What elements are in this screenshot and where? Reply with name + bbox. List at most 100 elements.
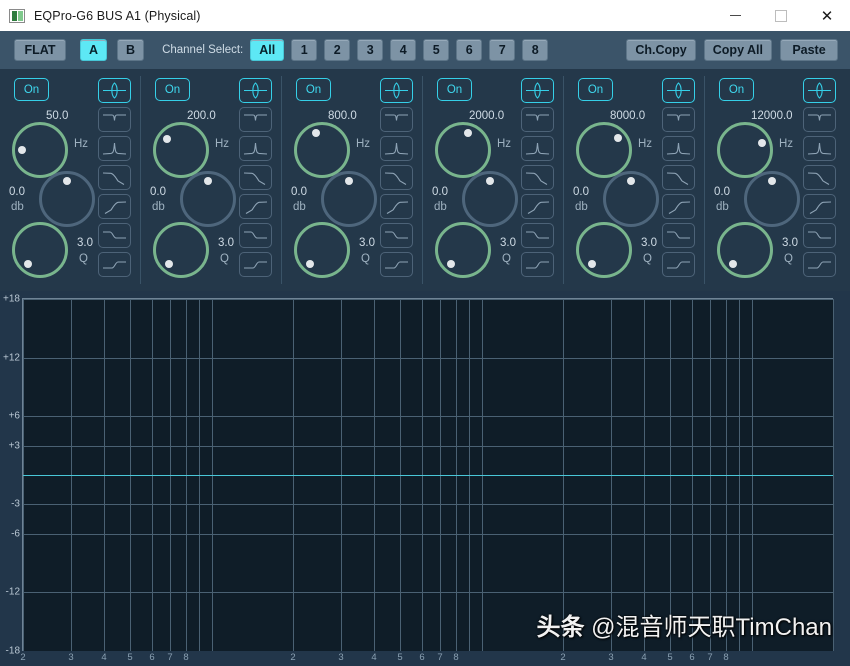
lowpass-icon[interactable] <box>239 165 272 190</box>
frequency-value-1: 50.0 <box>46 110 68 122</box>
ch-copy-button[interactable]: Ch.Copy <box>626 39 695 61</box>
bell-icon[interactable] <box>380 78 413 103</box>
q-knob-2[interactable] <box>153 222 209 278</box>
knob-indicator <box>588 260 596 268</box>
frequency-knob-1[interactable] <box>12 122 68 178</box>
channel-button-4[interactable]: 4 <box>390 39 416 61</box>
bell-icon[interactable] <box>521 78 554 103</box>
q-knob-4[interactable] <box>435 222 491 278</box>
channel-button-7[interactable]: 7 <box>489 39 515 61</box>
channel-button-all[interactable]: All <box>250 39 284 61</box>
lowshelf-icon[interactable] <box>239 252 272 277</box>
highshelf-icon[interactable] <box>239 223 272 248</box>
band-on-button-4[interactable]: On <box>437 78 472 101</box>
notch-icon[interactable] <box>239 107 272 132</box>
gain-knob-5[interactable] <box>603 171 659 227</box>
highshelf-icon[interactable] <box>662 223 695 248</box>
peak-icon[interactable] <box>662 136 695 161</box>
gain-knob-1[interactable] <box>39 171 95 227</box>
copy-paste-group: Ch.Copy Copy All Paste <box>626 39 850 61</box>
highpass-icon[interactable] <box>98 194 131 219</box>
knob-indicator <box>306 260 314 268</box>
frequency-value-6: 12000.0 <box>751 110 793 122</box>
lowpass-icon[interactable] <box>662 165 695 190</box>
bell-icon[interactable] <box>239 78 272 103</box>
band-on-button-6[interactable]: On <box>719 78 754 101</box>
lowshelf-icon[interactable] <box>98 252 131 277</box>
lowshelf-icon[interactable] <box>662 252 695 277</box>
frequency-knob-5[interactable] <box>576 122 632 178</box>
q-value-1: 3.0 <box>77 237 93 249</box>
highpass-icon[interactable] <box>803 194 836 219</box>
channel-button-1[interactable]: 1 <box>291 39 317 61</box>
gain-knob-3[interactable] <box>321 171 377 227</box>
frequency-knob-3[interactable] <box>294 122 350 178</box>
frequency-knob-4[interactable] <box>435 122 491 178</box>
lowshelf-icon[interactable] <box>380 252 413 277</box>
preset-a-button[interactable]: A <box>80 39 107 61</box>
minimize-button[interactable] <box>712 0 758 31</box>
gain-knob-6[interactable] <box>744 171 800 227</box>
channel-button-5[interactable]: 5 <box>423 39 449 61</box>
band-on-button-2[interactable]: On <box>155 78 190 101</box>
peak-icon[interactable] <box>98 136 131 161</box>
gain-unit-3: db <box>293 201 306 213</box>
band-on-button-5[interactable]: On <box>578 78 613 101</box>
peak-icon[interactable] <box>380 136 413 161</box>
q-knob-5[interactable] <box>576 222 632 278</box>
lowpass-icon[interactable] <box>380 165 413 190</box>
close-button[interactable]: ✕ <box>804 0 850 31</box>
peak-icon[interactable] <box>803 136 836 161</box>
x-axis-tick-label: 2 <box>560 652 565 663</box>
frequency-knob-2[interactable] <box>153 122 209 178</box>
bell-icon[interactable] <box>662 78 695 103</box>
channel-button-6[interactable]: 6 <box>456 39 482 61</box>
highpass-icon[interactable] <box>239 194 272 219</box>
notch-icon[interactable] <box>521 107 554 132</box>
notch-icon[interactable] <box>662 107 695 132</box>
lowpass-icon[interactable] <box>521 165 554 190</box>
peak-icon[interactable] <box>521 136 554 161</box>
eq-response-graph[interactable]: +18+12+6+3-3-6-12-1823456782345678234567… <box>22 298 833 651</box>
band-on-button-1[interactable]: On <box>14 78 49 101</box>
lowshelf-icon[interactable] <box>803 252 836 277</box>
frequency-knob-6[interactable] <box>717 122 773 178</box>
band-on-button-3[interactable]: On <box>296 78 331 101</box>
highshelf-icon[interactable] <box>380 223 413 248</box>
gain-knob-2[interactable] <box>180 171 236 227</box>
highshelf-icon[interactable] <box>803 223 836 248</box>
gain-unit-5: db <box>575 201 588 213</box>
q-unit-1: Q <box>79 253 88 265</box>
flat-button[interactable]: FLAT <box>14 39 66 61</box>
channel-button-8[interactable]: 8 <box>522 39 548 61</box>
lowpass-icon[interactable] <box>803 165 836 190</box>
preset-b-button[interactable]: B <box>117 39 144 61</box>
highshelf-icon[interactable] <box>521 223 554 248</box>
eq-response-curve <box>23 475 833 476</box>
notch-icon[interactable] <box>380 107 413 132</box>
highpass-icon[interactable] <box>380 194 413 219</box>
peak-icon[interactable] <box>239 136 272 161</box>
highpass-icon[interactable] <box>521 194 554 219</box>
q-knob-1[interactable] <box>12 222 68 278</box>
lowshelf-icon[interactable] <box>521 252 554 277</box>
channel-button-3[interactable]: 3 <box>357 39 383 61</box>
bell-icon[interactable] <box>803 78 836 103</box>
filter-shape-group-4 <box>521 78 554 277</box>
notch-icon[interactable] <box>98 107 131 132</box>
highpass-icon[interactable] <box>662 194 695 219</box>
q-knob-3[interactable] <box>294 222 350 278</box>
channel-button-2[interactable]: 2 <box>324 39 350 61</box>
highshelf-icon[interactable] <box>98 223 131 248</box>
q-value-3: 3.0 <box>359 237 375 249</box>
notch-icon[interactable] <box>803 107 836 132</box>
x-axis-tick-label: 5 <box>127 652 132 663</box>
paste-button[interactable]: Paste <box>780 39 838 61</box>
gain-knob-4[interactable] <box>462 171 518 227</box>
lowpass-icon[interactable] <box>98 165 131 190</box>
bell-icon[interactable] <box>98 78 131 103</box>
grid-line-vertical <box>833 299 834 651</box>
maximize-button[interactable] <box>758 0 804 31</box>
q-knob-6[interactable] <box>717 222 773 278</box>
copy-all-button[interactable]: Copy All <box>704 39 772 61</box>
